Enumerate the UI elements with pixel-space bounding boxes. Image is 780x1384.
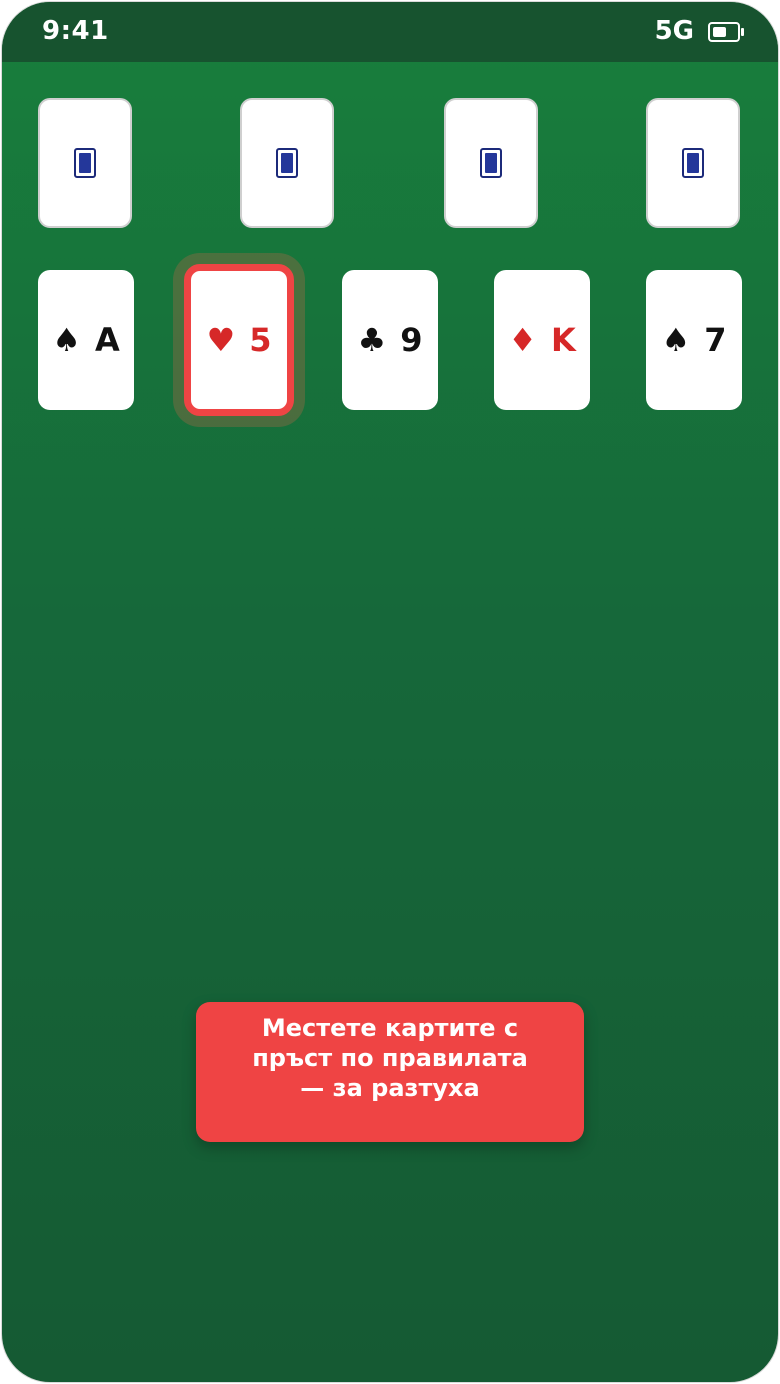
card-back-icon [276, 148, 298, 178]
battery-icon [708, 22, 744, 42]
status-bar: 9:41 5G [2, 2, 778, 62]
card-back-icon [682, 148, 704, 178]
card-rank: A [94, 321, 120, 359]
network-indicator: 5G [654, 16, 694, 46]
club-icon: ♣ [357, 321, 387, 359]
card-ace-of-spades[interactable]: ♠ A [38, 270, 134, 410]
stock-pile-2[interactable] [240, 98, 334, 228]
card-five-of-hearts-selected[interactable]: ♥ 5 [184, 264, 294, 416]
stock-pile-4[interactable] [646, 98, 740, 228]
card-rank: 5 [249, 321, 272, 359]
game-screen: 9:41 5G ♠ A ♥ 5 ♣ 9 ♦ K ♠ 7 Местете карт… [2, 2, 778, 1382]
spade-icon: ♠ [661, 321, 691, 359]
card-king-of-diamonds[interactable]: ♦ K [494, 270, 590, 410]
diamond-icon: ♦ [508, 321, 537, 359]
card-seven-of-spades[interactable]: ♠ 7 [646, 270, 742, 410]
card-rank: 7 [704, 321, 727, 359]
stock-pile-3[interactable] [444, 98, 538, 228]
heart-icon: ♥ [206, 321, 236, 359]
battery-level [713, 27, 726, 37]
card-rank: 9 [400, 321, 423, 359]
hint-toast: Местете картите с пръст по правилата — з… [196, 1002, 584, 1142]
card-nine-of-clubs[interactable]: ♣ 9 [342, 270, 438, 410]
card-rank: K [550, 321, 576, 359]
stock-pile-1[interactable] [38, 98, 132, 228]
status-time: 9:41 [42, 16, 109, 46]
card-back-icon [74, 148, 96, 178]
spade-icon: ♠ [52, 321, 81, 359]
card-back-icon [480, 148, 502, 178]
